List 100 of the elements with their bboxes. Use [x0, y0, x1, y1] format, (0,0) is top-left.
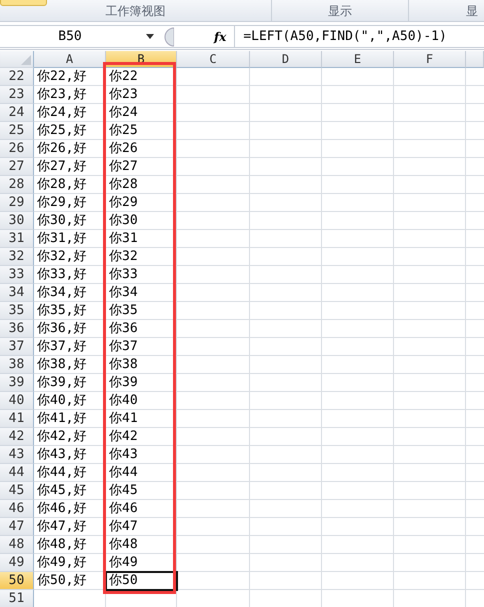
table-cell: 你33,好 [37, 267, 86, 282]
table-cell: 你43 [109, 447, 138, 462]
table-cell: 你46,好 [37, 501, 86, 516]
table-cell: 你28,好 [37, 177, 86, 192]
column-header[interactable]: D [250, 51, 322, 68]
table-cell: 你40,好 [37, 393, 86, 408]
column-header[interactable]: C [177, 51, 250, 68]
row-header[interactable]: 31 [0, 230, 34, 248]
row-header[interactable]: 40 [0, 392, 34, 410]
table-cell: 你37 [109, 339, 138, 354]
name-box[interactable]: B50 [0, 29, 140, 44]
table-cell: 你26 [109, 141, 138, 156]
row-header[interactable]: 27 [0, 158, 34, 176]
table-cell: 你33 [109, 267, 138, 282]
table-cell: 你45,好 [37, 483, 86, 498]
row-header[interactable]: 37 [0, 338, 34, 356]
table-cell: 你30 [109, 213, 138, 228]
table-cell: 你38 [109, 357, 138, 372]
row-header[interactable]: 49 [0, 554, 34, 572]
row-header[interactable]: 33 [0, 266, 34, 284]
row-header[interactable]: 36 [0, 320, 34, 338]
row-header[interactable]: 30 [0, 212, 34, 230]
table-cell: 你23,好 [37, 87, 86, 102]
dropdown-caret-icon[interactable] [146, 34, 154, 39]
table-cell: 你25 [109, 123, 138, 138]
table-cell: 你32 [109, 249, 138, 264]
table-cell: 你39,好 [37, 375, 86, 390]
table-cell: 你23 [109, 87, 138, 102]
row-header[interactable]: 29 [0, 194, 34, 212]
table-cell: 你49,好 [37, 555, 86, 570]
row-header[interactable]: 23 [0, 86, 34, 104]
table-cell: 你22 [109, 69, 138, 84]
row-header[interactable]: 47 [0, 518, 34, 536]
row-header[interactable]: 42 [0, 428, 34, 446]
row-header[interactable]: 32 [0, 248, 34, 266]
table-cell: 你31 [109, 231, 138, 246]
triangle-icon [21, 55, 31, 65]
table-cell: 你36 [109, 321, 138, 336]
table-cell: 你38,好 [37, 357, 86, 372]
table-cell: 你42 [109, 429, 138, 444]
table-cell: 你50,好 [37, 573, 86, 588]
table-cell: 你47,好 [37, 519, 86, 534]
table-cell: 你48,好 [37, 537, 86, 552]
table-cell: 你27 [109, 159, 138, 174]
table-cell: 你44,好 [37, 465, 86, 480]
row-header[interactable]: 25 [0, 122, 34, 140]
table-cell: 你31,好 [37, 231, 86, 246]
table-cell: 你34,好 [37, 285, 86, 300]
table-cell: 你48 [109, 537, 138, 552]
table-cell: 你29 [109, 195, 138, 210]
table-cell: 你36,好 [37, 321, 86, 336]
ribbon-group-label: 显示 [328, 3, 352, 20]
formula-field[interactable]: =LEFT(A50,FIND(",",A50)-1) [235, 29, 447, 44]
row-header[interactable]: 44 [0, 464, 34, 482]
row-header[interactable]: 43 [0, 446, 34, 464]
row-header[interactable]: 50 [0, 572, 34, 590]
row-header[interactable]: 51 [0, 590, 34, 607]
row-header[interactable]: 26 [0, 140, 34, 158]
table-cell: 你24 [109, 105, 138, 120]
table-cell: 你45 [109, 483, 138, 498]
table-cell: 你22,好 [37, 69, 86, 84]
row-header[interactable]: 41 [0, 410, 34, 428]
table-cell: 你35,好 [37, 303, 86, 318]
table-cell: 你35 [109, 303, 138, 318]
table-cell: 你24,好 [37, 105, 86, 120]
table-cell: 你28 [109, 177, 138, 192]
table-cell: 你37,好 [37, 339, 86, 354]
table-cell: 你46 [109, 501, 138, 516]
ribbon-group-label: 工作簿视图 [106, 3, 166, 20]
table-cell: 你34 [109, 285, 138, 300]
table-cell: 你30,好 [37, 213, 86, 228]
row-header[interactable]: 35 [0, 302, 34, 320]
table-cell: 你41 [109, 411, 138, 426]
row-header[interactable]: 45 [0, 482, 34, 500]
column-header[interactable] [466, 51, 484, 68]
table-cell: 你49 [109, 555, 138, 570]
table-cell: 你41,好 [37, 411, 86, 426]
table-cell: 你25,好 [37, 123, 86, 138]
table-cell: 你47 [109, 519, 138, 534]
row-header[interactable]: 38 [0, 356, 34, 374]
table-cell: 你27,好 [37, 159, 86, 174]
select-all-button[interactable] [0, 51, 34, 68]
table-cell: 你44 [109, 465, 138, 480]
table-cell: 你29,好 [37, 195, 86, 210]
insert-function-button[interactable]: fx [214, 26, 236, 48]
table-cell: 你40 [109, 393, 138, 408]
row-header[interactable]: 28 [0, 176, 34, 194]
column-header[interactable]: A [34, 51, 106, 68]
table-cell: 你32,好 [37, 249, 86, 264]
table-cell: 你39 [109, 375, 138, 390]
row-header[interactable]: 48 [0, 536, 34, 554]
row-header[interactable]: 39 [0, 374, 34, 392]
table-cell: 你43,好 [37, 447, 86, 462]
row-header[interactable]: 34 [0, 284, 34, 302]
row-header[interactable]: 22 [0, 68, 34, 86]
column-header[interactable]: F [394, 51, 466, 68]
table-cell: 你50 [109, 573, 138, 588]
row-header[interactable]: 46 [0, 500, 34, 518]
row-header[interactable]: 24 [0, 104, 34, 122]
column-header[interactable]: E [322, 51, 394, 68]
